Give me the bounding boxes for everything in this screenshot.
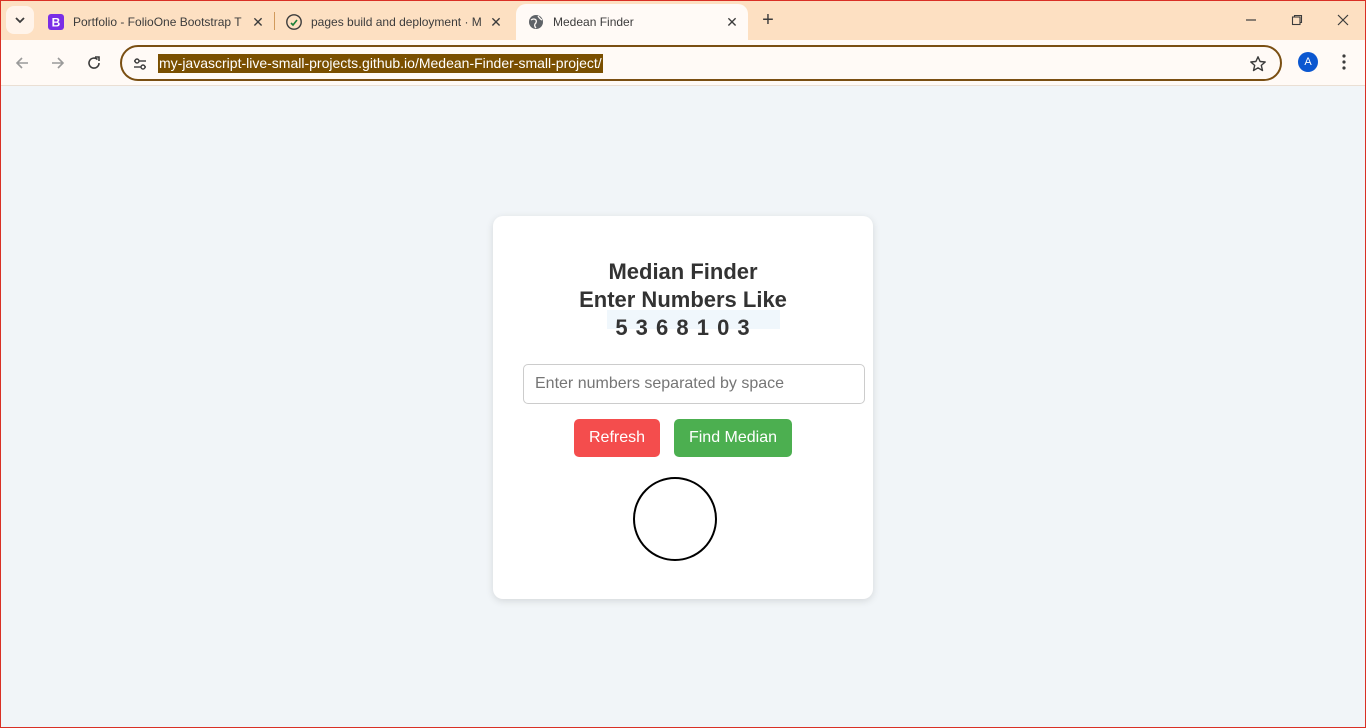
minimize-icon	[1246, 19, 1256, 21]
forward-button[interactable]	[44, 49, 72, 77]
close-icon[interactable]: ✕	[486, 12, 506, 32]
minimize-button[interactable]	[1228, 0, 1274, 40]
tab-search-button[interactable]	[6, 6, 34, 34]
site-settings-icon[interactable]	[130, 54, 150, 74]
profile-avatar[interactable]: A	[1298, 52, 1318, 72]
reload-button[interactable]	[80, 49, 108, 77]
find-median-button[interactable]: Find Median	[674, 419, 792, 457]
address-bar[interactable]: my-javascript-live-small-projects.github…	[120, 45, 1282, 81]
url-text[interactable]: my-javascript-live-small-projects.github…	[158, 54, 603, 73]
tab-portfolio[interactable]: B Portfolio - FolioOne Bootstrap T ✕	[36, 4, 274, 40]
back-button[interactable]	[8, 49, 36, 77]
instruction-text: Enter Numbers Like	[579, 287, 787, 312]
github-icon	[286, 14, 302, 30]
restore-icon	[1291, 14, 1303, 26]
arrow-left-icon	[15, 57, 28, 69]
more-menu-icon[interactable]	[1334, 52, 1354, 72]
restore-button[interactable]	[1274, 0, 1320, 40]
close-icon[interactable]: ✕	[248, 12, 268, 32]
tab-title: Medean Finder	[553, 15, 634, 29]
reload-icon	[88, 56, 100, 69]
result-circle	[633, 477, 717, 561]
browser-toolbar: my-javascript-live-small-projects.github…	[0, 40, 1366, 86]
tab-title: pages build and deployment · M	[311, 15, 482, 29]
tab-strip: B Portfolio - FolioOne Bootstrap T ✕ pag…	[0, 0, 1366, 40]
globe-icon	[528, 14, 544, 30]
bootstrap-icon: B	[48, 14, 64, 30]
tab-github-actions[interactable]: pages build and deployment · M ✕	[274, 4, 512, 40]
tab-medean-finder[interactable]: Medean Finder ✕	[516, 4, 748, 40]
bookmark-star-icon[interactable]	[1248, 54, 1268, 74]
page-heading: Median Finder Enter Numbers Like 5 3 6 8…	[493, 258, 873, 342]
new-tab-button[interactable]: +	[756, 8, 780, 32]
refresh-button[interactable]: Refresh	[574, 419, 660, 457]
svg-text:B: B	[52, 16, 61, 30]
tab-title: Portfolio - FolioOne Bootstrap T	[73, 15, 242, 29]
close-icon[interactable]: ✕	[722, 12, 742, 32]
median-finder-card: Median Finder Enter Numbers Like 5 3 6 8…	[493, 216, 873, 599]
page-title: Median Finder	[608, 259, 758, 284]
numbers-input[interactable]	[523, 364, 865, 404]
close-window-button[interactable]	[1320, 0, 1366, 40]
close-icon	[1337, 14, 1349, 26]
example-numbers: 5 3 6 8 1 0 3	[615, 315, 751, 340]
chevron-down-icon	[15, 17, 25, 24]
arrow-right-icon	[52, 57, 65, 69]
